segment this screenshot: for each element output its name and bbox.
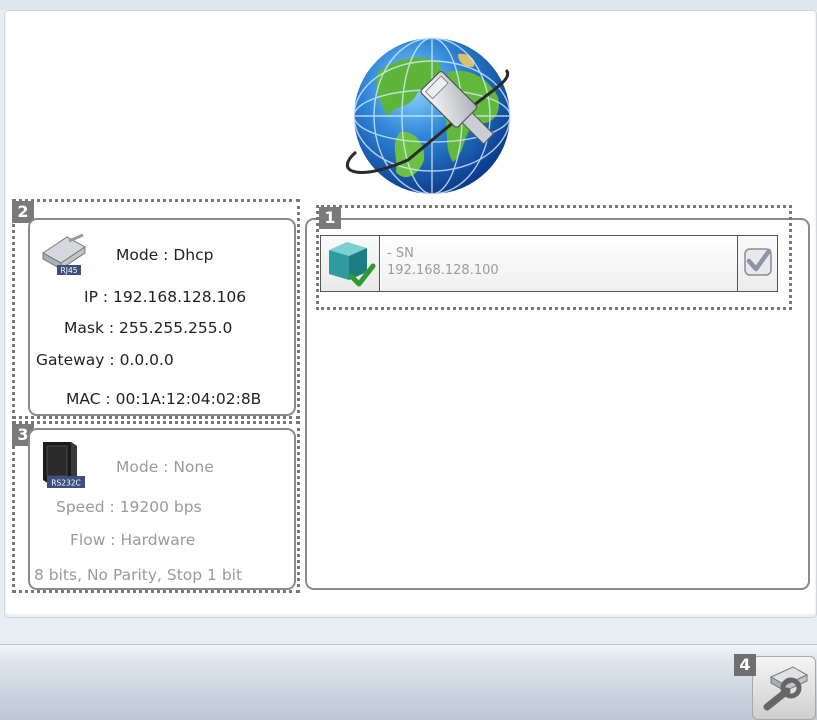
checkbox-checked-icon [744,248,772,276]
ethernet-mode-label: Mode : [116,246,169,264]
globe-network-cable-icon [345,37,511,195]
ethernet-mask-row: Mask : 255.255.255.0 [64,319,232,337]
rj45-label: RJ45 [61,266,78,275]
serial-mode-row: Mode : None [116,458,214,476]
serial-speed-row: Speed : 19200 bps [56,498,202,516]
ethernet-connector-icon: RJ45 [42,233,86,275]
ethernet-mode-value: Dhcp [173,246,214,264]
serial-flow-value: Hardware [120,531,196,549]
top-strip [0,0,817,10]
ethernet-ip-label: IP : [84,288,109,306]
callout-badge-1: 1 [319,207,341,229]
callout-badge-4: 4 [734,654,756,676]
ethernet-gateway-row: Gateway : 0.0.0.0 [36,351,174,369]
device-icon-cell [321,236,380,291]
ethernet-mode-row: Mode : Dhcp [116,246,213,264]
serial-flow-label: Flow : [70,531,116,549]
bottom-toolbar [0,644,817,720]
serial-format-text: 8 bits, No Parity, Stop 1 bit [34,566,243,584]
wrench-settings-icon [763,666,809,711]
device-ip: 192.168.128.100 [387,263,499,278]
network-settings-button[interactable] [752,656,816,720]
ethernet-gateway-value: 0.0.0.0 [119,351,174,369]
device-select-checkbox[interactable] [737,236,777,291]
serial-flow-row: Flow : Hardware [70,531,195,549]
serial-mode-label: Mode : [116,458,169,476]
ethernet-mac-value: 00:1A:12:04:02:8B [115,390,262,408]
serial-speed-label: Speed : [56,498,115,516]
device-info: - SN 192.168.128.100 [381,236,738,291]
ethernet-mask-label: Mask : [64,319,115,337]
serial-mode-value: None [173,458,214,476]
ethernet-gateway-label: Gateway : [36,351,115,369]
device-name: - SN [387,246,414,261]
ethernet-mac-label: MAC : [66,390,111,408]
ethernet-ip-row: IP : 192.168.128.106 [84,288,246,306]
serial-speed-value: 19200 bps [119,498,202,516]
serial-port-icon: RS232C [43,442,85,488]
rs232c-label: RS232C [51,479,81,488]
device-connected-icon [329,242,376,287]
device-list-item[interactable]: - SN 192.168.128.100 [320,235,778,292]
ethernet-mask-value: 255.255.255.0 [119,319,233,337]
ethernet-mac-row: MAC : 00:1A:12:04:02:8B [66,390,261,408]
ethernet-ip-value: 192.168.128.106 [113,288,247,306]
